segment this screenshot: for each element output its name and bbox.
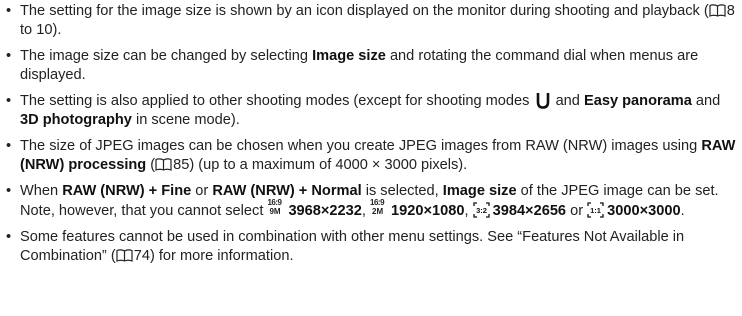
list-item: • The setting is also applied to other s… (6, 92, 738, 130)
list-item: • The size of JPEG images can be chosen … (6, 137, 738, 175)
list-item: • Some features cannot be used in combin… (6, 228, 738, 266)
bullet: • (6, 48, 12, 64)
item-text: ) (up to a maximum of 4000 × 3000 pixels… (189, 157, 468, 173)
item-text: The setting for the image size is shown … (20, 3, 709, 19)
bullet: • (6, 229, 12, 245)
item-text: The setting is also applied to other sho… (20, 93, 534, 109)
page-reference: 85 (173, 157, 190, 173)
item-text: and (551, 93, 584, 109)
reference-book-icon (709, 4, 726, 17)
image-size-option: 1920×1080 (391, 203, 465, 219)
list-item: • The image size can be changed by selec… (6, 47, 738, 85)
menu-option-name: RAW (NRW) + Fine (62, 183, 192, 199)
menu-option-name: RAW (NRW) + Normal (212, 183, 362, 199)
item-text: and (691, 93, 721, 109)
manual-page: • The setting for the image size is show… (0, 0, 742, 316)
menu-item-name: Image size (442, 183, 517, 199)
item-text: or (191, 183, 213, 199)
bullet: • (6, 3, 12, 19)
bullet: • (6, 183, 12, 199)
item-text: When (20, 183, 63, 199)
image-size-3-2-icon: 3:2 (472, 202, 490, 218)
list-item: • The setting for the image size is show… (6, 2, 738, 40)
list-item: • When RAW (NRW) + Fine or RAW (NRW) + N… (6, 183, 719, 219)
item-text: The image size can be changed by selecti… (20, 48, 313, 64)
user-mode-u-icon (536, 93, 549, 109)
image-size-option: 3968×2232 (288, 203, 362, 219)
item-text: The size of JPEG images can be chosen wh… (20, 138, 702, 154)
item-text: in scene mode). (131, 112, 240, 128)
svg-text:3:2: 3:2 (476, 206, 487, 215)
bullet: • (6, 93, 12, 109)
svg-text:1:1: 1:1 (590, 206, 601, 215)
image-size-option: 3984×2656 (492, 203, 567, 219)
page-reference: 74 (133, 248, 150, 264)
reference-book-icon (155, 158, 172, 171)
bullet: • (6, 138, 12, 154)
image-size-16-9-2m-icon: 16:9 2M (370, 198, 385, 216)
scene-mode-name: Easy panorama (583, 93, 692, 109)
notes-list: • The setting for the image size is show… (6, 2, 738, 273)
menu-item-name: Image size (312, 48, 386, 64)
image-size-1-1-icon: 1:1 (587, 202, 604, 218)
item-text: ) for more information. (149, 248, 294, 264)
item-text: ). (52, 22, 62, 38)
reference-book-icon (116, 249, 133, 262)
item-text: ( (146, 157, 156, 173)
image-size-16-9-9m-icon: 16:9 9M (267, 198, 282, 216)
item-text: is selected, (361, 183, 443, 199)
image-size-option: 3000×3000 (607, 203, 681, 219)
scene-mode-name: 3D photography (20, 112, 132, 128)
